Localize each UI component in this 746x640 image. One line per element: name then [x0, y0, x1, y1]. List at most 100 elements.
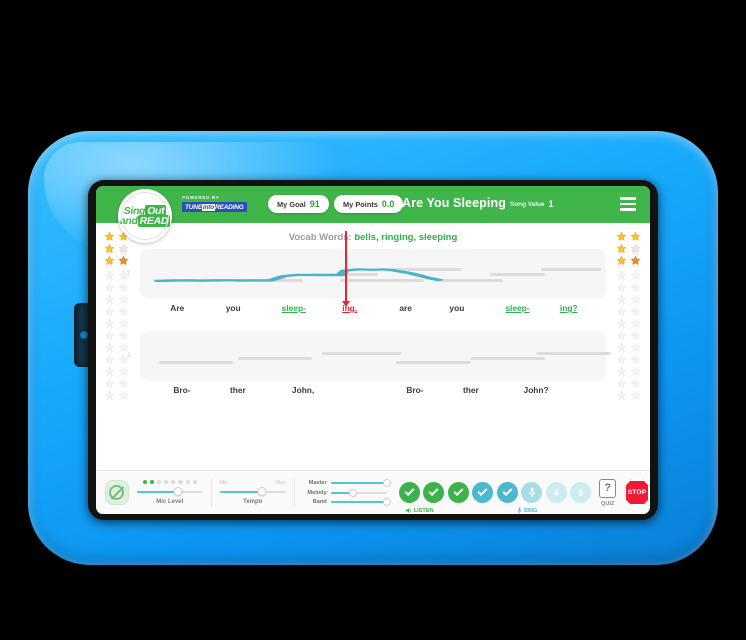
hamburger-icon[interactable]	[620, 197, 636, 211]
step-button[interactable]	[398, 482, 420, 503]
check-icon	[453, 486, 464, 497]
step-button[interactable]	[521, 482, 543, 503]
mixer-slider[interactable]	[330, 498, 391, 506]
step-button[interactable]: 5	[570, 482, 592, 503]
lyric-word: John,	[291, 385, 315, 395]
tempo-slider[interactable]	[219, 487, 286, 496]
song-title: Are You Sleeping	[402, 196, 506, 210]
step-button[interactable]	[472, 482, 494, 503]
check-icon	[428, 486, 439, 497]
star-icon	[616, 255, 627, 265]
sing-group-label: SING	[517, 507, 538, 514]
vocab-words: bells, ringing, sleeping	[354, 232, 458, 243]
quiz-button[interactable]: ?	[599, 476, 623, 498]
mic-level-dot	[164, 479, 169, 485]
check-icon	[404, 486, 415, 497]
mic-level-fill	[136, 490, 178, 493]
step-button[interactable]	[496, 482, 518, 503]
mixer-fill	[330, 501, 387, 503]
speaker-icon	[405, 508, 411, 513]
quiz-group: ? QUIZ	[599, 476, 623, 507]
note-bar	[470, 357, 546, 361]
note-bar	[158, 361, 234, 365]
mic-level-dot	[142, 479, 147, 485]
my-goal-pill[interactable]: My Goal 91	[268, 195, 329, 213]
mixer-row: Band	[303, 498, 391, 506]
tempo-minmax: Min Max	[220, 480, 286, 486]
lyric-word: sleep-	[281, 303, 306, 313]
partner-into: into	[201, 203, 216, 211]
step-buttons-inner: 45	[398, 482, 592, 503]
sing-label-text: SING	[523, 507, 538, 514]
mic-level-dot	[156, 479, 162, 485]
powered-by-block: POWERED BY TUNEintoREADING	[182, 195, 247, 212]
hamburger-bar-2	[620, 202, 636, 206]
tempo-knob[interactable]	[257, 487, 267, 496]
playhead-arrow	[342, 301, 351, 307]
mic-disabled-icon[interactable]	[105, 480, 129, 505]
lyric-word: ing?	[559, 303, 578, 313]
lyric-word: ther	[462, 385, 479, 395]
partner-logo: TUNEintoREADING	[182, 202, 247, 212]
my-goal-value: 91	[309, 199, 320, 209]
star-rating-left	[104, 231, 130, 266]
hamburger-bar-1	[620, 197, 636, 200]
playhead-cursor	[342, 231, 351, 307]
tempo-max-label: Max	[275, 480, 286, 486]
my-points-pill[interactable]: My Points 0.0	[334, 195, 404, 213]
mic-disabled-glyph	[109, 485, 125, 500]
listen-group-label: LISTEN	[405, 507, 434, 514]
star-icon	[616, 231, 627, 241]
mixer-label: Master	[308, 480, 327, 486]
partner-reading: READING	[215, 203, 244, 211]
note-bar	[321, 352, 401, 356]
microphone-icon	[517, 507, 522, 514]
star-icon	[630, 231, 640, 241]
lyric-word: Bro-	[173, 385, 191, 395]
tempo-group: Min Max Tempo	[212, 480, 294, 505]
step-button[interactable]	[447, 482, 469, 503]
staff-row: 2 Bro-ther John, Bro-ther John?	[127, 331, 611, 403]
step-number: 5	[578, 487, 584, 498]
star-icon	[630, 243, 640, 253]
song-value-number: 1	[548, 199, 554, 209]
mic-level-knob[interactable]	[173, 487, 183, 497]
lyric-row: Bro-ther John, Bro-ther John?	[140, 385, 606, 403]
check-icon	[477, 486, 488, 497]
mixer-knob[interactable]	[382, 479, 391, 487]
vocab-label: Vocab Words:	[288, 232, 352, 243]
stop-button[interactable]: STOP	[624, 479, 650, 506]
vocab-words-line: Vocab Words: bells, ringing, sleeping	[96, 232, 650, 243]
quiz-label: QUIZ	[601, 500, 615, 507]
mic-level-dot	[149, 479, 154, 485]
lyric-word: ther	[229, 385, 246, 395]
mic-level-dot	[185, 479, 190, 485]
mic-level-group: Mic Level	[129, 479, 211, 505]
screenshot-stage: Sing Out and READ POWERED BY TUNEintoREADI…	[0, 0, 746, 640]
mic-level-dot	[192, 479, 198, 485]
step-number: 4	[553, 487, 559, 498]
mixer-knob[interactable]	[382, 498, 391, 506]
star-icon	[616, 243, 627, 253]
mixer-slider[interactable]	[330, 479, 391, 487]
step-button[interactable]	[423, 482, 445, 503]
mixer-row: Master	[303, 479, 391, 487]
mixer-slider[interactable]	[330, 488, 387, 497]
star-icon	[104, 231, 115, 241]
mixer-knob[interactable]	[349, 488, 358, 497]
hamburger-bar-3	[620, 208, 636, 211]
mic-level-slider[interactable]	[136, 487, 203, 497]
lesson-step-buttons: 45 LISTEN SING	[398, 482, 592, 514]
quiz-symbol: ?	[604, 482, 612, 494]
app-logo[interactable]: Sing Out and READ	[118, 189, 172, 243]
my-points-label: My Points	[343, 199, 378, 209]
staff-row-number: 1	[127, 271, 131, 277]
song-value-block: Song Value 1	[510, 199, 553, 209]
song-value-label: Song Value	[510, 200, 545, 208]
tempo-min-label: Min	[219, 480, 229, 486]
step-button[interactable]: 4	[545, 482, 567, 503]
lyric-word: are	[399, 303, 412, 313]
my-points-value: 0.0	[381, 199, 395, 209]
transport-control-bar: Mic Level Min Max Tempo Master Melody Ba…	[96, 470, 650, 514]
note-bar	[396, 361, 471, 365]
